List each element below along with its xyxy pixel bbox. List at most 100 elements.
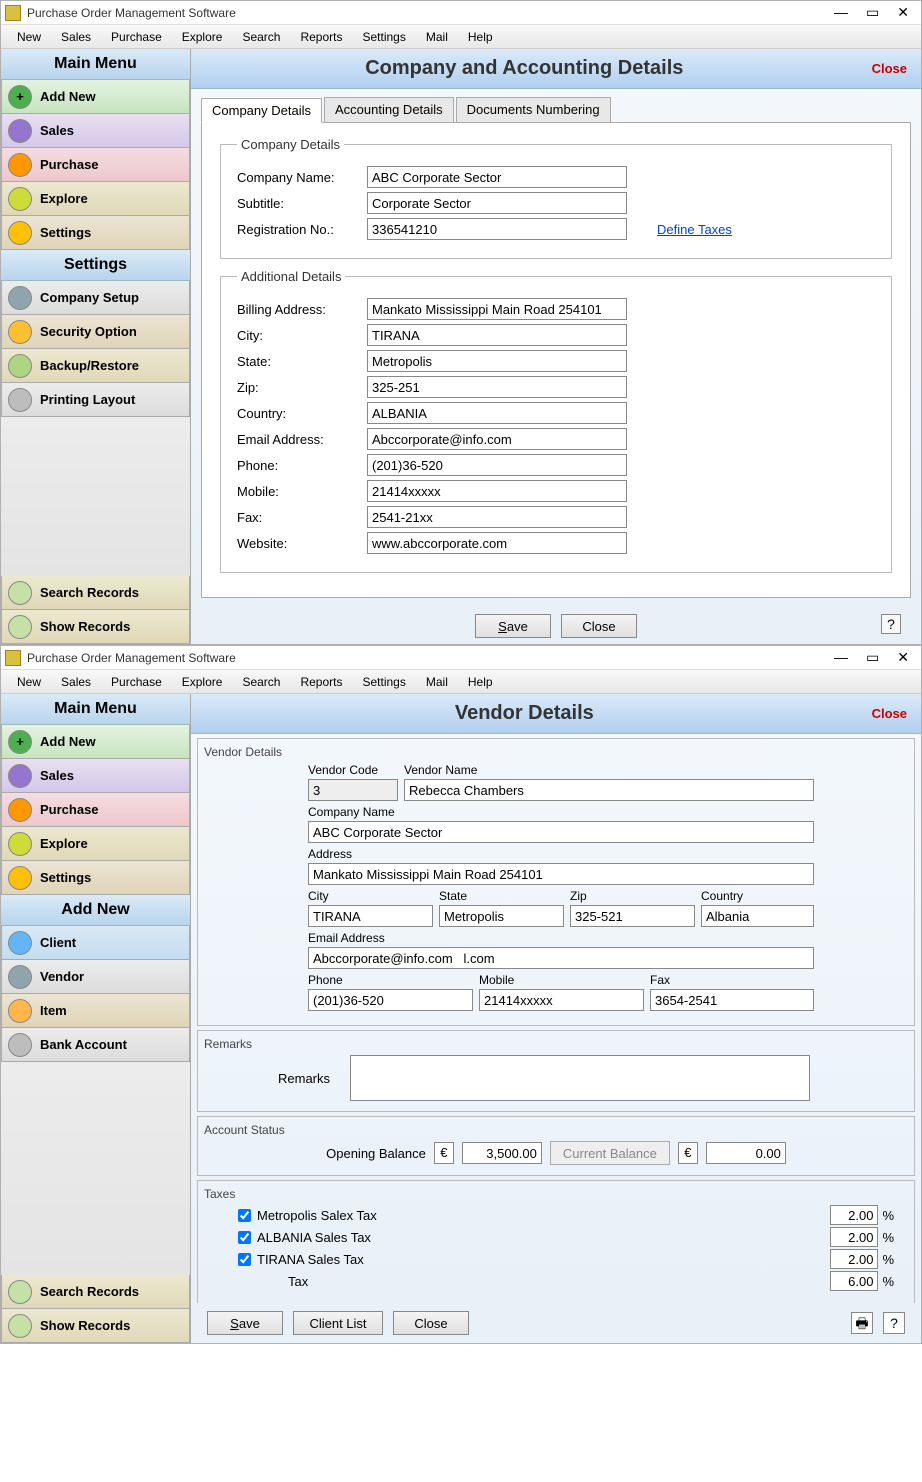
sidebar-item-explore[interactable]: Explore bbox=[1, 182, 190, 216]
phone-input[interactable] bbox=[308, 989, 473, 1011]
regno-input[interactable] bbox=[367, 218, 627, 240]
sidebar-item-security[interactable]: Security Option bbox=[1, 315, 190, 349]
menu-purchase[interactable]: Purchase bbox=[101, 675, 172, 689]
country-input[interactable] bbox=[701, 905, 814, 927]
address-input[interactable] bbox=[308, 863, 814, 885]
menu-mail[interactable]: Mail bbox=[416, 675, 458, 689]
menu-reports[interactable]: Reports bbox=[290, 30, 352, 44]
sidebar-item-sales[interactable]: Sales bbox=[1, 114, 190, 148]
maximize-icon[interactable]: ▭ bbox=[866, 4, 879, 21]
help-icon[interactable]: ? bbox=[883, 1312, 905, 1334]
minimize-icon[interactable]: ― bbox=[834, 4, 848, 21]
menu-search[interactable]: Search bbox=[232, 675, 290, 689]
country-input[interactable] bbox=[367, 402, 627, 424]
menu-help[interactable]: Help bbox=[458, 30, 503, 44]
help-icon[interactable]: ? bbox=[881, 614, 901, 634]
email-input[interactable] bbox=[367, 428, 627, 450]
zip-input[interactable] bbox=[367, 376, 627, 398]
vendor-code-input[interactable] bbox=[308, 779, 398, 801]
menu-new[interactable]: New bbox=[7, 675, 51, 689]
sidebar-item-search-records[interactable]: Search Records bbox=[1, 576, 190, 610]
company-name-input[interactable] bbox=[367, 166, 627, 188]
sidebar-item-explore[interactable]: Explore bbox=[1, 827, 190, 861]
country-label: Country bbox=[701, 889, 814, 903]
tax-total-input[interactable] bbox=[830, 1271, 878, 1291]
vendor-name-input[interactable] bbox=[404, 779, 814, 801]
email-input[interactable] bbox=[308, 947, 814, 969]
sidebar-item-show-records[interactable]: Show Records bbox=[1, 610, 190, 644]
menu-sales[interactable]: Sales bbox=[51, 675, 101, 689]
tax-checkbox[interactable] bbox=[238, 1209, 251, 1222]
menu-help[interactable]: Help bbox=[458, 675, 503, 689]
close-button[interactable]: Close bbox=[561, 614, 637, 638]
remarks-input[interactable] bbox=[350, 1055, 810, 1101]
tab-documents-numbering[interactable]: Documents Numbering bbox=[456, 97, 611, 122]
sidebar-item-settings[interactable]: Settings bbox=[1, 216, 190, 250]
sidebar-item-bank[interactable]: Bank Account bbox=[1, 1028, 190, 1062]
billing-input[interactable] bbox=[367, 298, 627, 320]
save-button[interactable]: SSaveave bbox=[475, 614, 551, 638]
menu-settings[interactable]: Settings bbox=[353, 30, 416, 44]
sidebar-item-addnew[interactable]: +Add New bbox=[1, 80, 190, 114]
menu-sales[interactable]: Sales bbox=[51, 30, 101, 44]
tax-checkbox[interactable] bbox=[238, 1253, 251, 1266]
menu-explore[interactable]: Explore bbox=[172, 675, 233, 689]
opening-balance-input[interactable] bbox=[462, 1142, 542, 1164]
define-taxes-link[interactable]: Define Taxes bbox=[657, 222, 732, 237]
tab-accounting-details[interactable]: Accounting Details bbox=[324, 97, 454, 122]
sidebar-item-purchase[interactable]: Purchase bbox=[1, 793, 190, 827]
close-button[interactable]: Close bbox=[393, 1311, 469, 1335]
close-link[interactable]: Close bbox=[858, 706, 921, 721]
sidebar-item-show-records[interactable]: Show Records bbox=[1, 1309, 190, 1343]
group-account-status: Account Status Opening Balance € Current… bbox=[197, 1116, 915, 1176]
fax-input[interactable] bbox=[367, 506, 627, 528]
sidebar-item-company-setup[interactable]: Company Setup bbox=[1, 281, 190, 315]
current-balance-input[interactable] bbox=[706, 1142, 786, 1164]
tax-checkbox[interactable] bbox=[238, 1231, 251, 1244]
zip-input[interactable] bbox=[570, 905, 695, 927]
tax-value-input[interactable] bbox=[830, 1205, 878, 1225]
state-input[interactable] bbox=[439, 905, 564, 927]
close-icon[interactable]: ✕ bbox=[897, 4, 909, 21]
state-input[interactable] bbox=[367, 350, 627, 372]
menu-mail[interactable]: Mail bbox=[416, 30, 458, 44]
phone-input[interactable] bbox=[367, 454, 627, 476]
tax-value-input[interactable] bbox=[830, 1227, 878, 1247]
mobile-input[interactable] bbox=[367, 480, 627, 502]
client-list-button[interactable]: Client List bbox=[293, 1311, 383, 1335]
sidebar-item-printing[interactable]: Printing Layout bbox=[1, 383, 190, 417]
fax-input[interactable] bbox=[650, 989, 814, 1011]
sidebar-item-label: Show Records bbox=[40, 1318, 130, 1333]
menu-settings[interactable]: Settings bbox=[353, 675, 416, 689]
menu-explore[interactable]: Explore bbox=[172, 30, 233, 44]
company-name-input[interactable] bbox=[308, 821, 814, 843]
sidebar-item-client[interactable]: Client bbox=[1, 926, 190, 960]
menu-reports[interactable]: Reports bbox=[290, 675, 352, 689]
sidebar-item-sales[interactable]: Sales bbox=[1, 759, 190, 793]
sidebar-item-search-records[interactable]: Search Records bbox=[1, 1275, 190, 1309]
sidebar-item-item[interactable]: Item bbox=[1, 994, 190, 1028]
close-icon[interactable]: ✕ bbox=[897, 649, 909, 666]
sidebar-item-backup[interactable]: Backup/Restore bbox=[1, 349, 190, 383]
printer-icon[interactable]: 🖶 bbox=[851, 1312, 873, 1334]
sidebar-item-settings[interactable]: Settings bbox=[1, 861, 190, 895]
city-input[interactable] bbox=[308, 905, 433, 927]
sidebar-item-purchase[interactable]: Purchase bbox=[1, 148, 190, 182]
menu-purchase[interactable]: Purchase bbox=[101, 30, 172, 44]
website-input[interactable] bbox=[367, 532, 627, 554]
menu-search[interactable]: Search bbox=[232, 30, 290, 44]
tax-value-input[interactable] bbox=[830, 1249, 878, 1269]
save-button[interactable]: Save bbox=[207, 1311, 283, 1335]
sidebar-item-label: Explore bbox=[40, 191, 88, 206]
sidebar-item-vendor[interactable]: Vendor bbox=[1, 960, 190, 994]
menu-new[interactable]: New bbox=[7, 30, 51, 44]
close-link[interactable]: Close bbox=[858, 61, 921, 76]
mobile-input[interactable] bbox=[479, 989, 644, 1011]
subtitle-input[interactable] bbox=[367, 192, 627, 214]
current-balance-button[interactable]: Current Balance bbox=[550, 1141, 670, 1165]
city-input[interactable] bbox=[367, 324, 627, 346]
tab-company-details[interactable]: Company Details bbox=[201, 98, 322, 123]
minimize-icon[interactable]: ― bbox=[834, 649, 848, 666]
maximize-icon[interactable]: ▭ bbox=[866, 649, 879, 666]
sidebar-item-addnew[interactable]: +Add New bbox=[1, 725, 190, 759]
